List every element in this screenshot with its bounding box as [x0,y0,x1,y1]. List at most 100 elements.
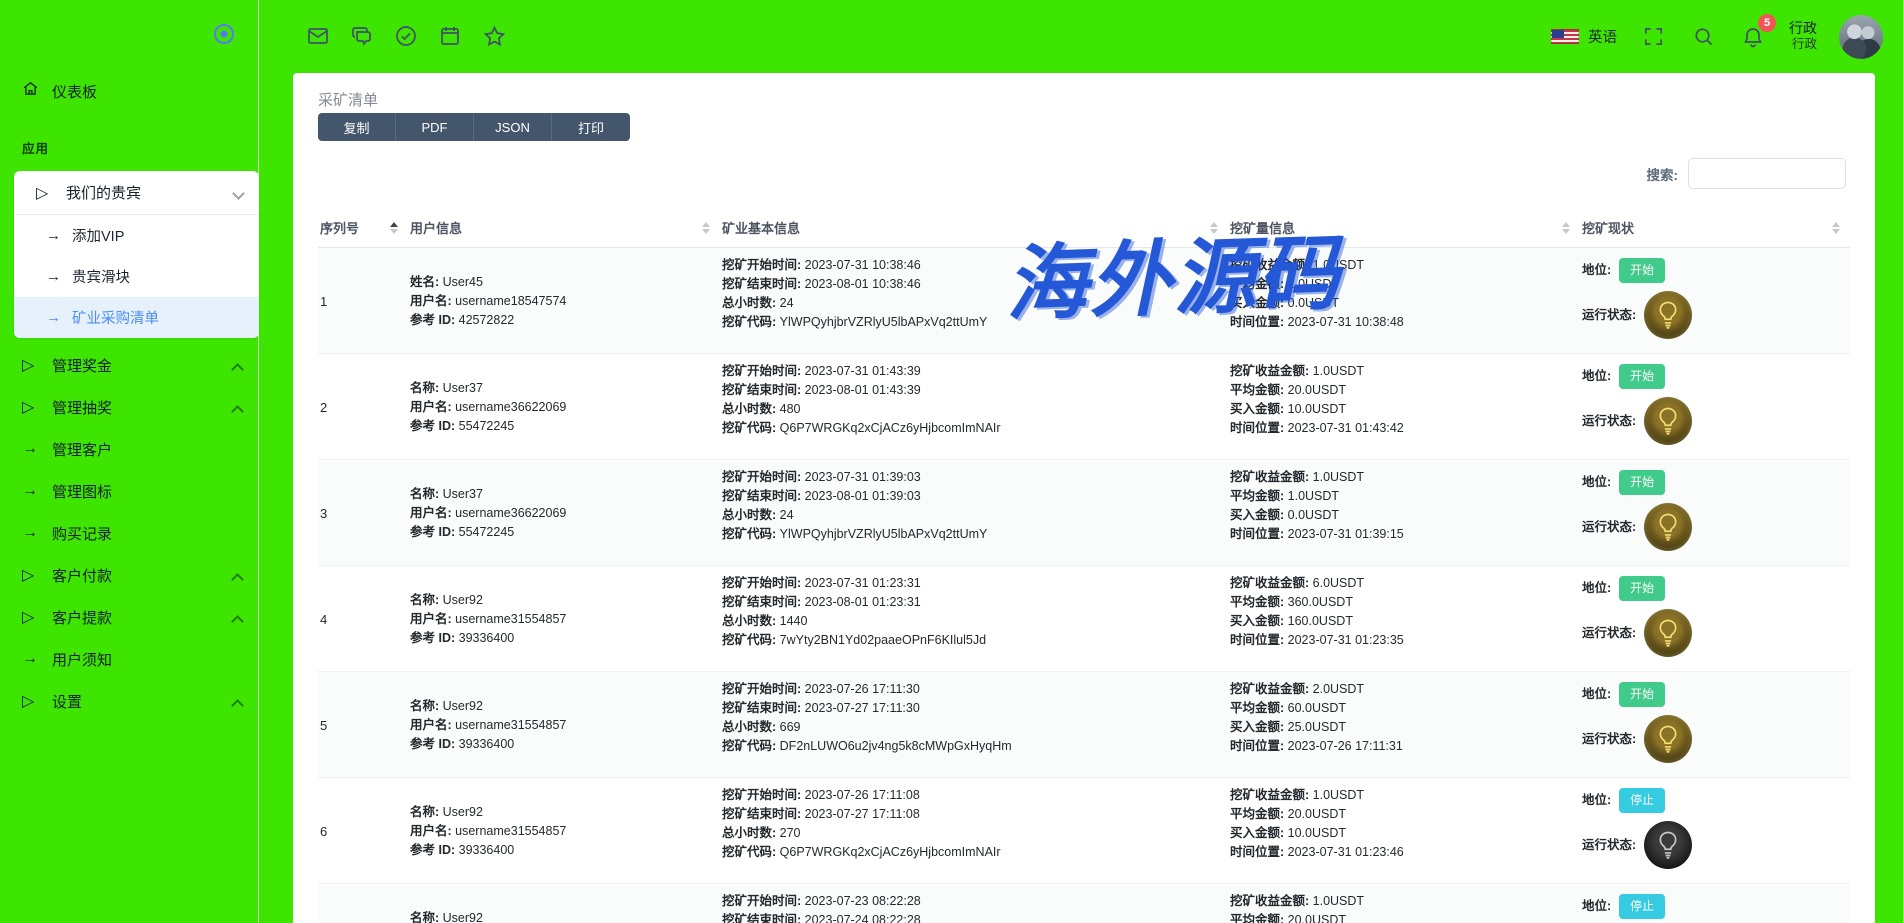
play-icon: ▷ [22,691,52,711]
chevron-up-icon [233,361,242,370]
sidebar-item[interactable]: → 管理图标 [0,470,258,512]
sidebar-item[interactable]: ▷ 设置 [0,680,258,722]
play-icon: ▷ [22,565,52,585]
status-badge: 开始 [1619,470,1665,495]
user-menu[interactable]: 行政 行政 [1789,20,1817,53]
table-row[interactable]: 3 名称: User37 用户名: username36622069 参考 ID… [318,460,1850,566]
print-button[interactable]: 打印 [552,113,630,141]
sort-icons[interactable] [1562,222,1570,234]
search-input[interactable] [1688,158,1846,189]
sidebar-item[interactable]: → 管理客户 [0,428,258,470]
cell-serial: 7 [318,884,408,923]
status-badge: 开始 [1619,576,1665,601]
sidebar-sub-item[interactable]: → 矿业采购清单 [14,297,259,338]
json-button[interactable]: JSON [474,113,552,141]
user-name: 行政 [1789,37,1817,53]
sidebar-sub-item-label: 矿业采购清单 [72,307,159,328]
cell-mining-status: 地位: 开始 运行状态: [1580,566,1850,671]
arrow-icon: → [46,309,72,326]
cell-mining-basic-info: 挖矿开始时间: 2023-07-31 10:38:46 挖矿结束时间: 2023… [720,248,1228,353]
sidebar-sub-item[interactable]: → 贵宾滑块 [14,256,259,297]
cell-mining-basic-info: 挖矿开始时间: 2023-07-26 17:11:30 挖矿结束时间: 2023… [720,672,1228,777]
table-row[interactable]: 5 名称: User92 用户名: username31554857 参考 ID… [318,672,1850,778]
cell-mining-status: 地位: 开始 运行状态: [1580,248,1850,353]
chevron-up-icon [233,697,242,706]
sidebar-sub-item[interactable]: → 添加VIP [14,215,259,256]
sort-icons[interactable] [702,222,710,234]
us-flag-icon [1551,29,1579,44]
topbar-right-cluster: 英语 5 行政 行政 [1551,0,1883,73]
sort-icons[interactable] [1210,222,1218,234]
sidebar-item-label: 客户付款 [52,565,112,586]
sidebar: 仪表板 应用 ▷ 我们的贵宾 → 添加VIP → 贵宾滑块 → 矿业采购清单 ▷… [0,0,259,923]
cell-mining-basic-info: 挖矿开始时间: 2023-07-31 01:43:39 挖矿结束时间: 2023… [720,354,1228,459]
sidebar-item[interactable]: → 用户须知 [0,638,258,680]
column-header-serial[interactable]: 序列号 [318,208,408,247]
sidebar-lower-menu: ▷ 管理奖金 ▷ 管理抽奖 → 管理客户 → 管理图标 → 购买记录 ▷ 客户付… [0,344,258,722]
sidebar-section-label: 应用 [0,112,258,167]
column-header-mining-status[interactable]: 挖矿现状 [1580,208,1850,247]
user-role: 行政 [1789,20,1817,38]
export-button-group: 复制 PDF JSON 打印 [318,113,630,141]
sidebar-item[interactable]: → 购买记录 [0,512,258,554]
column-header-mining-amount-info[interactable]: 挖矿量信息 [1228,208,1580,247]
vip-submenu: → 添加VIP → 贵宾滑块 → 矿业采购清单 [14,215,259,338]
chat-icon[interactable] [348,22,376,50]
table-row[interactable]: 2 名称: User37 用户名: username36622069 参考 ID… [318,354,1850,460]
cell-serial: 5 [318,672,408,777]
table-row[interactable]: 7 名称: User92 用户名: username31554857 参考 ID… [318,884,1850,923]
topbar-shortcut-icons [304,22,508,50]
cell-mining-status: 地位: 开始 运行状态: [1580,354,1850,459]
cell-mining-amount-info: 挖矿收益金额: 2.0USDT 平均金额: 60.0USDT 买入金额: 25.… [1228,672,1580,777]
column-header-user-info[interactable]: 用户信息 [408,208,720,247]
mail-icon[interactable] [304,22,332,50]
language-switcher[interactable]: 英语 [1551,26,1617,47]
sidebar-sub-item-label: 添加VIP [72,225,124,246]
cell-mining-status: 地位: 开始 运行状态: [1580,460,1850,565]
fullscreen-icon[interactable] [1639,23,1667,51]
cell-mining-basic-info: 挖矿开始时间: 2023-07-31 01:39:03 挖矿结束时间: 2023… [720,460,1228,565]
cell-mining-basic-info: 挖矿开始时间: 2023-07-26 17:11:08 挖矿结束时间: 2023… [720,778,1228,883]
cell-user-info: 名称: User92 用户名: username31554857 参考 ID: … [408,778,720,883]
cell-mining-status: 地位: 停止 运行状态: [1580,884,1850,923]
status-badge: 停止 [1619,788,1665,813]
bulb-icon [1644,609,1692,657]
notifications-bell-icon[interactable]: 5 [1739,23,1767,51]
play-icon: ▷ [36,183,66,203]
cell-mining-basic-info: 挖矿开始时间: 2023-07-23 08:22:28 挖矿结束时间: 2023… [720,884,1228,923]
table-row[interactable]: 4 名称: User92 用户名: username31554857 参考 ID… [318,566,1850,672]
table-row[interactable]: 6 名称: User92 用户名: username31554857 参考 ID… [318,778,1850,884]
cell-mining-amount-info: 挖矿收益金额: 1.0USDT 平均金额: 20.0USDT 买入金额: 10.… [1228,778,1580,883]
sidebar-group-label: 我们的贵宾 [66,182,141,203]
sort-icons[interactable] [390,222,398,234]
sidebar-item-dashboard[interactable]: 仪表板 [0,70,258,112]
chevron-up-icon [233,571,242,580]
sidebar-item[interactable]: ▷ 客户提款 [0,596,258,638]
language-label: 英语 [1588,26,1617,47]
avatar[interactable] [1839,15,1883,59]
table-row[interactable]: 1 姓名: User45 用户名: username18547574 参考 ID… [318,248,1850,354]
sidebar-toggle-target-icon[interactable] [212,22,236,46]
star-icon[interactable] [480,22,508,50]
cell-user-info: 名称: User92 用户名: username31554857 参考 ID: … [408,566,720,671]
sidebar-group-our-vip[interactable]: ▷ 我们的贵宾 [14,171,259,215]
cell-mining-status: 地位: 停止 运行状态: [1580,778,1850,883]
sidebar-item-label: 管理抽奖 [52,397,112,418]
status-badge: 停止 [1619,894,1665,919]
sidebar-item[interactable]: ▷ 客户付款 [0,554,258,596]
arrow-icon: → [22,440,52,458]
column-header-mining-basic-info[interactable]: 矿业基本信息 [720,208,1228,247]
sidebar-item-label: 购买记录 [52,523,112,544]
play-icon: ▷ [22,355,52,375]
sidebar-menu: 仪表板 应用 ▷ 我们的贵宾 → 添加VIP → 贵宾滑块 → 矿业采购清单 ▷… [0,70,258,722]
search-icon[interactable] [1689,23,1717,51]
check-circle-icon[interactable] [392,22,420,50]
copy-button[interactable]: 复制 [318,113,396,141]
calendar-icon[interactable] [436,22,464,50]
sidebar-item[interactable]: ▷ 管理抽奖 [0,386,258,428]
sort-icons[interactable] [1832,222,1840,234]
sidebar-item-label: 管理图标 [52,481,112,502]
pdf-button[interactable]: PDF [396,113,474,141]
mining-table: 序列号 用户信息 矿业基本信息 挖矿量信息 挖矿现状 1 [318,208,1850,923]
sidebar-item[interactable]: ▷ 管理奖金 [0,344,258,386]
